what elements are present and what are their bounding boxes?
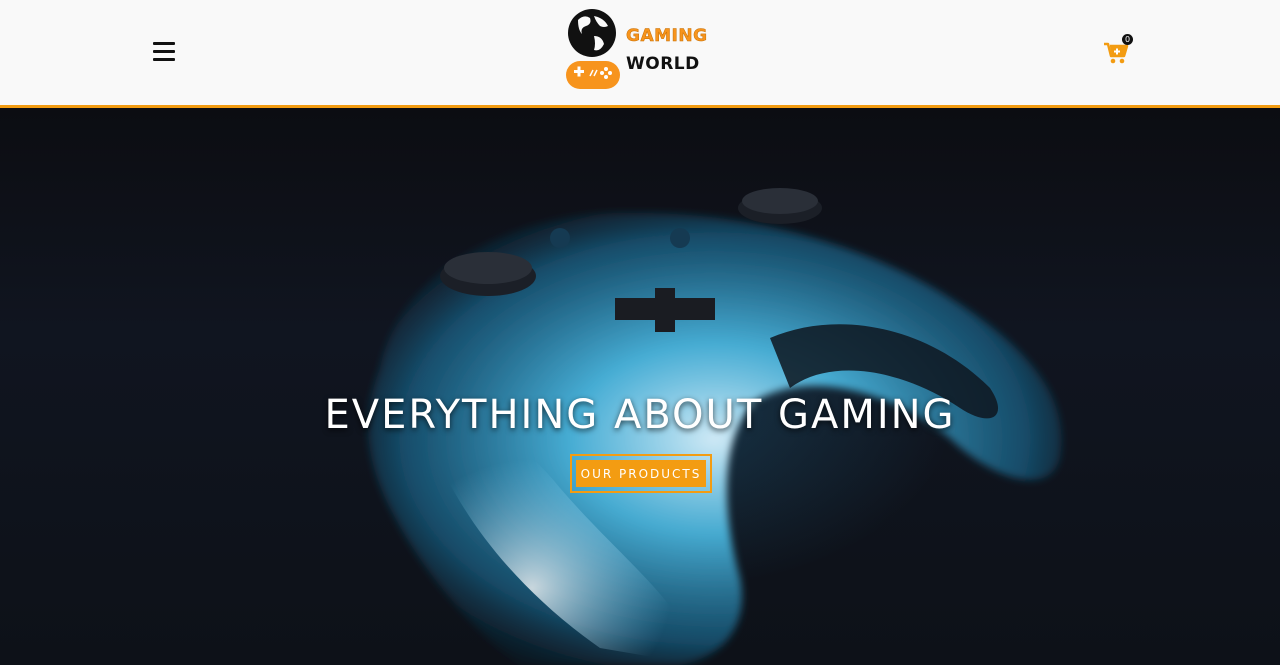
glowing-game-controller-image xyxy=(368,188,1062,665)
our-products-button[interactable]: OUR PRODUCTS xyxy=(570,454,712,493)
hero-title: EVERYTHING ABOUT GAMING xyxy=(324,392,956,438)
hamburger-menu-icon[interactable] xyxy=(153,42,175,62)
site-logo[interactable]: GAMING WORLD xyxy=(564,6,714,92)
globe-controller-icon xyxy=(566,9,620,89)
hero-section: EVERYTHING ABOUT GAMING OUR PRODUCTS xyxy=(0,108,1280,665)
logo-text-gaming: GAMING xyxy=(626,26,708,47)
logo-text-world: WORLD xyxy=(626,54,700,74)
cart-count-badge: 0 xyxy=(1122,34,1133,45)
our-products-label: OUR PRODUCTS xyxy=(576,460,706,487)
site-header: GAMING WORLD 0 xyxy=(0,0,1280,108)
